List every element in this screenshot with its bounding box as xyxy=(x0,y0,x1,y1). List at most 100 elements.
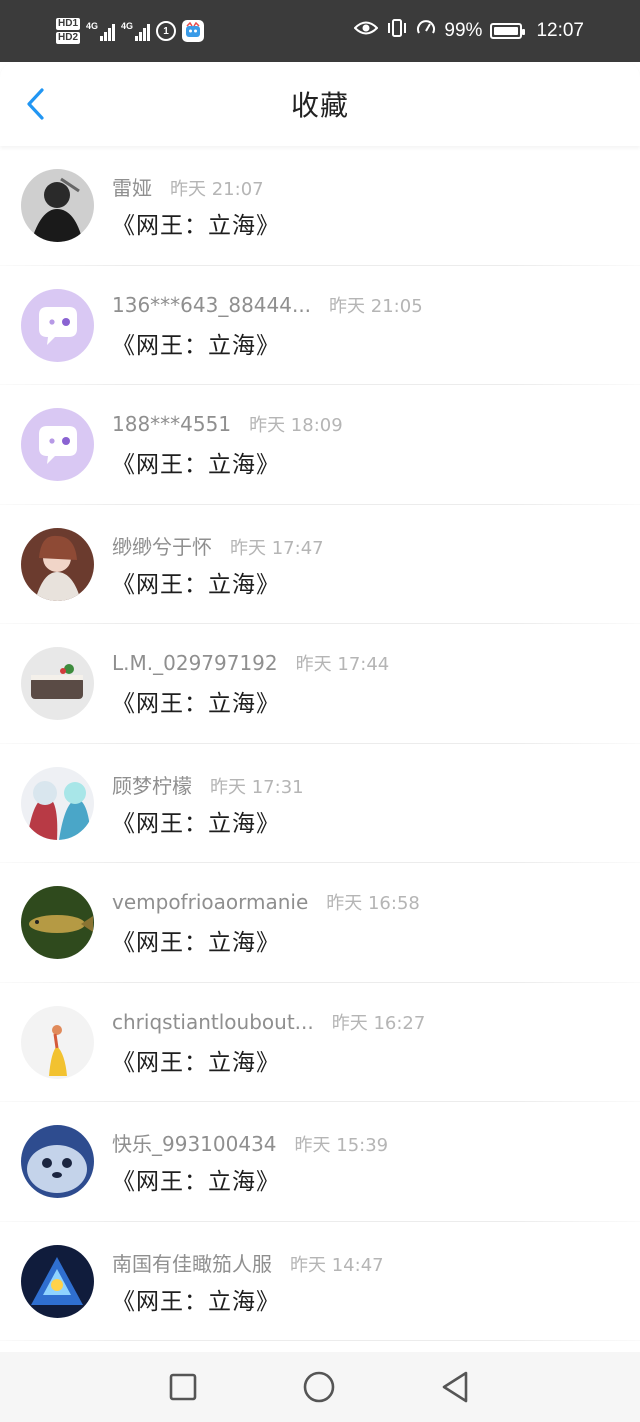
square-icon xyxy=(169,1373,197,1401)
default-avatar-icon[interactable] xyxy=(21,408,94,481)
battery-percent: 99% xyxy=(444,20,483,41)
default-avatar-icon[interactable] xyxy=(21,288,94,362)
timestamp: 昨天 21:07 xyxy=(170,179,264,200)
timestamp: 昨天 14:47 xyxy=(290,1254,384,1276)
speed-icon xyxy=(416,18,436,44)
avatar[interactable] xyxy=(21,169,94,242)
avatar[interactable] xyxy=(21,1125,94,1198)
avatar[interactable] xyxy=(21,647,94,720)
favorite-title[interactable]: 《网王：立海》 xyxy=(112,1043,620,1077)
recent-apps-button[interactable] xyxy=(166,1370,200,1404)
favorite-title[interactable]: 《网王：立海》 xyxy=(112,923,620,957)
battery-fill xyxy=(494,27,519,35)
list-item-meta: 雷娅 昨天 21:07 xyxy=(112,172,620,200)
list-item-text: 136***643_88444... 昨天 21:05 《网王：立海》 xyxy=(112,292,620,360)
favorite-title[interactable]: 《网王：立海》 xyxy=(112,565,620,599)
favorite-title[interactable]: 《网王：立海》 xyxy=(112,1282,620,1316)
list-item-text: 顾梦柠檬 昨天 17:31 《网王：立海》 xyxy=(112,770,620,838)
favorite-title[interactable]: 《网王：立海》 xyxy=(112,445,620,479)
username[interactable]: 快乐_993100434 xyxy=(112,1128,277,1157)
notification-count-icon: 1 xyxy=(156,21,177,41)
timestamp: 昨天 17:47 xyxy=(230,537,324,559)
username[interactable]: 188***4551 xyxy=(112,412,231,436)
list-item[interactable]: chriqstiantloubout... 昨天 16:27 《网王：立海》 xyxy=(0,983,640,1103)
hd-indicator: HD1 HD2 xyxy=(56,18,81,44)
username[interactable]: chriqstiantloubout... xyxy=(112,1010,314,1034)
signal-icon-2: 4G xyxy=(121,21,151,41)
username[interactable]: 南国有佳瞰笳人服 xyxy=(112,1248,272,1277)
list-item[interactable]: 136***643_88444... 昨天 21:05 《网王：立海》 xyxy=(0,266,640,386)
username[interactable]: 缈缈兮于怀 xyxy=(112,531,212,560)
username[interactable]: 雷娅 xyxy=(112,172,152,201)
username[interactable]: L.M._029797192 xyxy=(112,651,278,675)
vibrate-icon xyxy=(386,18,408,44)
list-item-text: 南国有佳瞰笳人服 昨天 14:47 《网王：立海》 xyxy=(112,1248,620,1316)
list-item-text: chriqstiantloubout... 昨天 16:27 《网王：立海》 xyxy=(112,1009,620,1077)
app-header: 收藏 xyxy=(0,62,640,146)
list-item[interactable]: vempofrioaormanie 昨天 16:58 《网王：立海》 xyxy=(0,863,640,983)
system-nav-bar xyxy=(0,1352,640,1422)
list-item-meta: 188***4551 昨天 18:09 xyxy=(112,411,620,439)
username[interactable]: 顾梦柠檬 xyxy=(112,770,192,799)
list-item[interactable]: 188***4551 昨天 18:09 《网王：立海》 xyxy=(0,385,640,505)
notification-count: 1 xyxy=(163,25,169,37)
status-bar: HD1 HD2 4G 4G 1 99% 12:07 xyxy=(0,0,640,62)
status-right: 99% 12:07 xyxy=(354,18,584,44)
back-button[interactable] xyxy=(16,84,56,124)
favorite-title[interactable]: 《网王：立海》 xyxy=(112,684,620,718)
list-item-meta: 缈缈兮于怀 昨天 17:47 xyxy=(112,531,620,559)
list-item[interactable]: L.M._029797192 昨天 17:44 《网王：立海》 xyxy=(0,624,640,744)
timestamp: 昨天 18:09 xyxy=(249,415,343,436)
battery-icon xyxy=(490,23,526,39)
list-item-text: 188***4551 昨天 18:09 《网王：立海》 xyxy=(112,411,620,479)
list-item[interactable]: 雷娅 昨天 21:07 《网王：立海》 xyxy=(0,146,640,266)
list-item-text: 缈缈兮于怀 昨天 17:47 《网王：立海》 xyxy=(112,531,620,599)
triangle-back-icon xyxy=(442,1371,468,1403)
list-item-meta: 顾梦柠檬 昨天 17:31 xyxy=(112,770,620,798)
network-type-2: 4G xyxy=(121,21,134,31)
list-item-meta: 南国有佳瞰笳人服 昨天 14:47 xyxy=(112,1248,620,1276)
status-left: HD1 HD2 4G 4G 1 xyxy=(56,18,205,44)
hd1-label: HD1 xyxy=(56,18,81,30)
hd2-label: HD2 xyxy=(56,32,81,44)
eye-icon xyxy=(354,20,379,42)
list-item-meta: vempofrioaormanie 昨天 16:58 xyxy=(112,889,620,917)
list-item-text: L.M._029797192 昨天 17:44 《网王：立海》 xyxy=(112,650,620,718)
avatar[interactable] xyxy=(21,766,94,840)
circle-icon xyxy=(303,1371,335,1403)
home-button[interactable] xyxy=(302,1370,336,1404)
favorites-list: 雷娅 昨天 21:07 《网王：立海》 136***643_88444... 昨天 21… xyxy=(0,146,640,1341)
chevron-left-icon xyxy=(27,88,44,120)
timestamp: 昨天 16:58 xyxy=(326,893,420,914)
list-item-meta: L.M._029797192 昨天 17:44 xyxy=(112,650,620,678)
page-title: 收藏 xyxy=(290,89,349,122)
timestamp: 昨天 15:39 xyxy=(294,1135,389,1156)
list-item-text: 快乐_993100434 昨天 15:39 《网王：立海》 xyxy=(112,1128,620,1196)
list-item[interactable]: 缈缈兮于怀 昨天 17:47 《网王：立海》 xyxy=(0,505,640,625)
list-item-text: vempofrioaormanie 昨天 16:58 《网王：立海》 xyxy=(112,889,620,957)
clock: 12:07 xyxy=(536,20,584,41)
favorite-title[interactable]: 《网王：立海》 xyxy=(112,326,620,360)
list-item[interactable]: 南国有佳瞰笳人服 昨天 14:47 《网王：立海》 xyxy=(0,1222,640,1342)
favorite-title[interactable]: 《网王：立海》 xyxy=(112,206,620,240)
username[interactable]: 136***643_88444... xyxy=(112,293,311,317)
avatar[interactable] xyxy=(21,527,94,601)
timestamp: 昨天 17:31 xyxy=(210,776,304,798)
nav-back-button[interactable] xyxy=(438,1370,472,1404)
signal-icon-1: 4G xyxy=(86,21,116,41)
list-item-meta: 136***643_88444... 昨天 21:05 xyxy=(112,292,620,320)
list-item[interactable]: 顾梦柠檬 昨天 17:31 《网王：立海》 xyxy=(0,744,640,864)
username[interactable]: vempofrioaormanie xyxy=(112,890,308,914)
network-type-1: 4G xyxy=(86,21,99,31)
timestamp: 昨天 16:27 xyxy=(331,1012,426,1034)
list-item-meta: chriqstiantloubout... 昨天 16:27 xyxy=(112,1009,620,1037)
avatar[interactable] xyxy=(21,886,94,959)
list-item[interactable]: 快乐_993100434 昨天 15:39 《网王：立海》 xyxy=(0,1102,640,1222)
favorite-title[interactable]: 《网王：立海》 xyxy=(112,1162,620,1196)
avatar[interactable] xyxy=(21,1244,94,1318)
app-notification-icon xyxy=(182,20,205,42)
list-item-text: 雷娅 昨天 21:07 《网王：立海》 xyxy=(112,172,620,240)
favorite-title[interactable]: 《网王：立海》 xyxy=(112,804,620,838)
timestamp: 昨天 21:05 xyxy=(329,295,423,317)
avatar[interactable] xyxy=(21,1005,94,1079)
